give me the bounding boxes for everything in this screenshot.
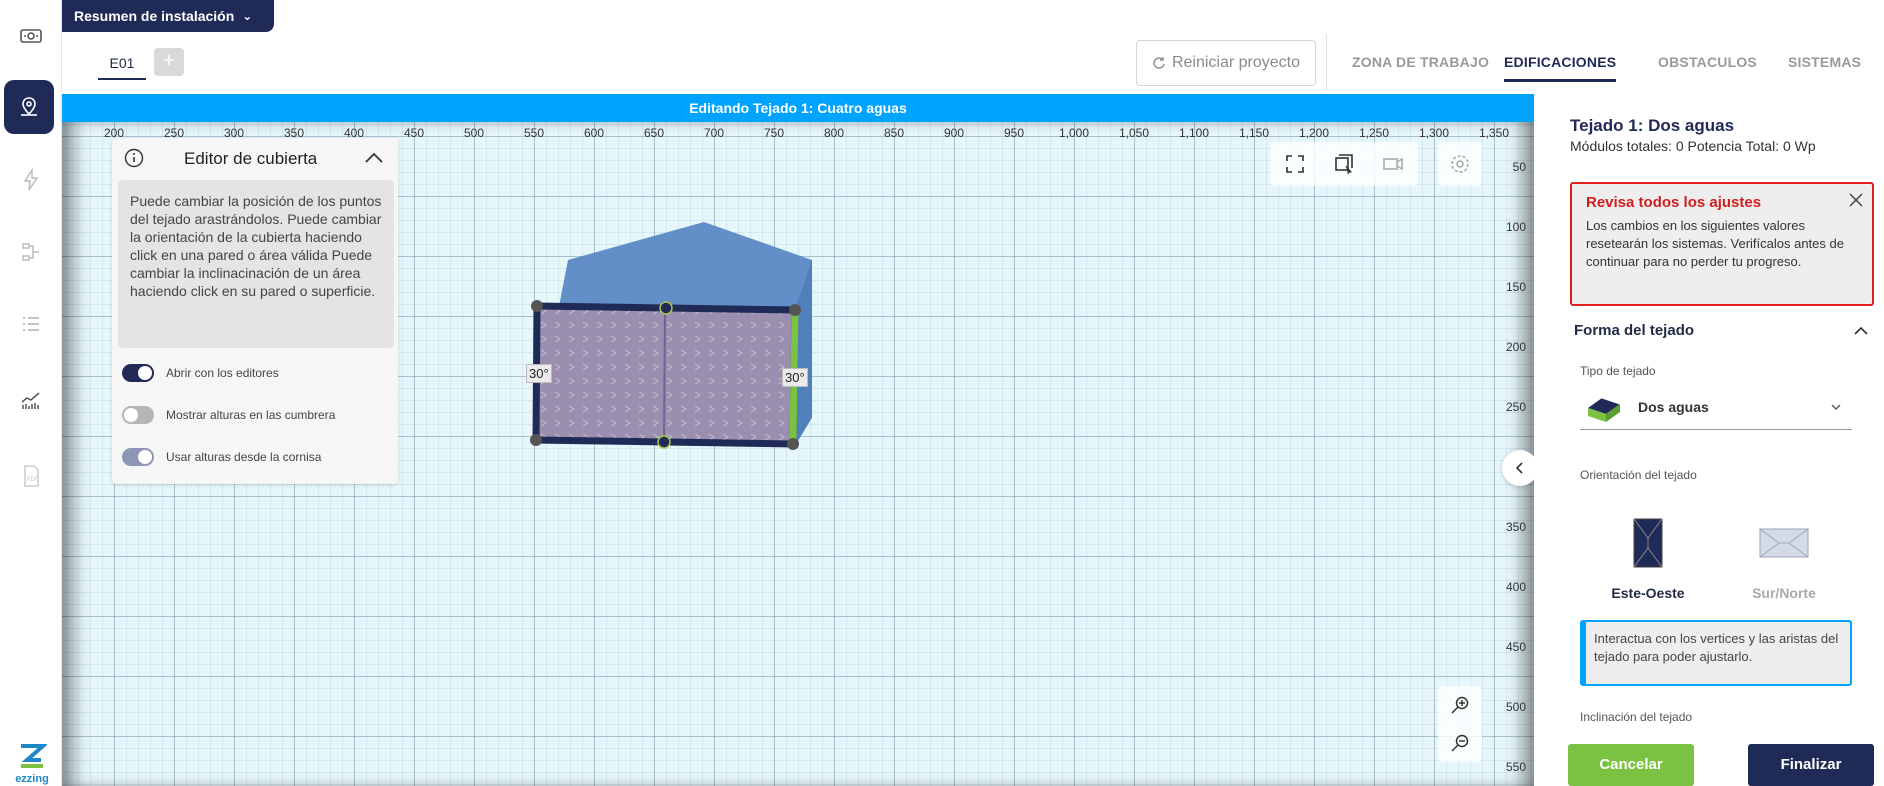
roof-editor-panel: Editor de cubierta Puede cambiar la posi… — [112, 138, 398, 484]
rail-item-pdf[interactable]: PDF — [0, 448, 62, 504]
location-icon — [21, 97, 37, 116]
chart-icon — [21, 392, 40, 409]
tabs-divider — [1326, 34, 1327, 90]
ezzing-logo-icon — [21, 744, 49, 768]
list-icon — [23, 317, 39, 331]
roof-type-value: Dos aguas — [1638, 398, 1709, 415]
roof-type-select[interactable]: Dos aguas — [1580, 384, 1852, 430]
toggle-switch[interactable] — [122, 448, 154, 466]
orientation-label-east-west: Este-Oeste — [1611, 585, 1685, 601]
roof-midpoint — [657, 435, 671, 449]
editor-header[interactable]: Editor de cubierta — [112, 138, 398, 178]
rail-item-budget[interactable] — [0, 8, 62, 64]
roof-east-west-icon — [1633, 518, 1663, 568]
brand-logo: ezzing — [6, 742, 58, 786]
panel-title: Tejado 1: Dos aguas — [1570, 116, 1735, 135]
tab-systems[interactable]: SISTEMAS — [1788, 52, 1861, 82]
roof-type-label: Tipo de tejado — [1580, 364, 1656, 378]
rail-item-electric[interactable] — [0, 152, 62, 208]
camera-3d-icon[interactable] — [1382, 153, 1404, 175]
angle-label-right: 30° — [782, 368, 808, 387]
summary-label: Resumen de instalación — [74, 8, 235, 24]
rail-item-list[interactable] — [0, 296, 62, 352]
info-icon — [124, 148, 144, 168]
rail-item-location[interactable] — [4, 80, 54, 134]
alert-title: Revisa todos los ajustes — [1586, 194, 1762, 211]
zoom-out-icon — [1451, 734, 1469, 752]
toggle-switch[interactable] — [122, 406, 154, 424]
finish-button[interactable]: Finalizar — [1748, 744, 1874, 786]
building-tab-e01[interactable]: E01 — [98, 50, 146, 80]
orientation-label-south-north: Sur/Norte — [1752, 585, 1816, 601]
roof-midpoint — [659, 301, 673, 315]
close-icon[interactable] — [1848, 192, 1864, 208]
inclination-label: Inclinación del tejado — [1580, 710, 1693, 724]
tab-buildings[interactable]: EDIFICACIONES — [1504, 52, 1617, 82]
chevron-down-icon: ⌄ — [242, 9, 253, 23]
svg-text:PDF: PDF — [27, 477, 39, 483]
warning-alert: Revisa todos los ajustes Los cambios en … — [1570, 182, 1874, 306]
toggle-show-ridge-heights[interactable]: Mostrar alturas en las cumbrera — [122, 406, 335, 424]
toggle-label: Abrir con los editores — [166, 366, 279, 380]
canvas-toolbar — [1270, 142, 1418, 186]
toggle-switch[interactable] — [122, 364, 154, 382]
angle-label-left: 30° — [526, 364, 552, 383]
fullscreen-icon[interactable] — [1284, 153, 1306, 175]
diagram-icon — [22, 243, 39, 261]
editor-description: Puede cambiar la posición de los puntos … — [118, 180, 394, 348]
tab-obstacles[interactable]: OBSTACULOS — [1658, 52, 1757, 82]
collapse-panel-button[interactable] — [1502, 450, 1534, 486]
top-tabs-row: E01 + Reiniciar proyecto ZONA DE TRABAJO… — [62, 32, 1884, 94]
house-icon — [1588, 397, 1621, 422]
orientation-south-north[interactable]: Sur/Norte — [1724, 518, 1844, 601]
money-icon — [20, 29, 42, 43]
roof-vertex — [531, 300, 543, 312]
roof-ridge — [663, 307, 666, 443]
canvas-settings-button[interactable] — [1438, 142, 1482, 186]
orientation-east-west[interactable]: Este-Oeste — [1588, 518, 1708, 601]
roof-shape-section[interactable]: Forma del tejado — [1574, 322, 1870, 339]
rail-item-chart[interactable] — [0, 372, 62, 428]
roof-vertex — [787, 438, 799, 450]
roof-settings-panel: Tejado 1: Dos aguas Módulos totales: 0 P… — [1534, 94, 1884, 786]
app-root: PDF ezzing Resumen de instalación ⌄ E01 … — [0, 0, 1884, 786]
zoom-in-button[interactable] — [1438, 686, 1482, 724]
left-rail: PDF ezzing — [0, 0, 62, 786]
lightning-icon — [23, 168, 39, 191]
refresh-icon — [1153, 57, 1165, 69]
toggle-label: Mostrar alturas en las cumbrera — [166, 408, 336, 422]
restart-project-button[interactable]: Reiniciar proyecto — [1136, 40, 1316, 86]
roof-vertex — [789, 304, 801, 316]
pdf-icon: PDF — [24, 465, 39, 487]
logo-text: ezzing — [15, 773, 49, 785]
rail-item-diagram[interactable] — [0, 224, 62, 280]
restart-label: Reiniciar proyecto — [1171, 54, 1301, 71]
editor-title: Editor de cubierta — [184, 149, 318, 168]
zoom-controls — [1438, 686, 1482, 762]
alert-text: Los cambios en los siguientes valores re… — [1586, 218, 1844, 269]
tab-work-zone[interactable]: ZONA DE TRABAJO — [1352, 52, 1489, 82]
panel-subtitle: Módulos totales: 0 Potencia Total: 0 Wp — [1570, 138, 1816, 154]
gear-icon — [1451, 155, 1469, 173]
chevron-left-icon — [1515, 462, 1523, 474]
orientation-label: Orientación del tejado — [1580, 468, 1697, 482]
section-title: Forma del tejado — [1574, 322, 1695, 339]
add-building-button[interactable]: + — [154, 48, 184, 76]
toggle-label: Usar alturas desde la cornisa — [166, 450, 322, 464]
roof-south-north-icon — [1759, 528, 1809, 558]
chevron-up-icon — [1854, 326, 1868, 335]
roof-vertex — [530, 434, 542, 446]
chevron-down-icon — [1831, 404, 1841, 410]
toggle-open-editors[interactable]: Abrir con los editores — [122, 364, 279, 382]
select-area-icon[interactable] — [1333, 153, 1355, 175]
toggle-eave-heights[interactable]: Usar alturas desde la cornisa — [122, 448, 321, 466]
installation-summary-button[interactable]: Resumen de instalación ⌄ — [62, 0, 274, 32]
zoom-in-icon — [1451, 696, 1469, 714]
cancel-button[interactable]: Cancelar — [1568, 744, 1694, 786]
chevron-up-icon[interactable] — [362, 146, 386, 170]
zoom-out-button[interactable] — [1438, 724, 1482, 762]
roof-adjust-hint: Interactua con los vertices y las arista… — [1580, 620, 1852, 686]
design-canvas[interactable]: Editando Tejado 1: Cuatro aguas 200 250 30… — [62, 94, 1534, 786]
